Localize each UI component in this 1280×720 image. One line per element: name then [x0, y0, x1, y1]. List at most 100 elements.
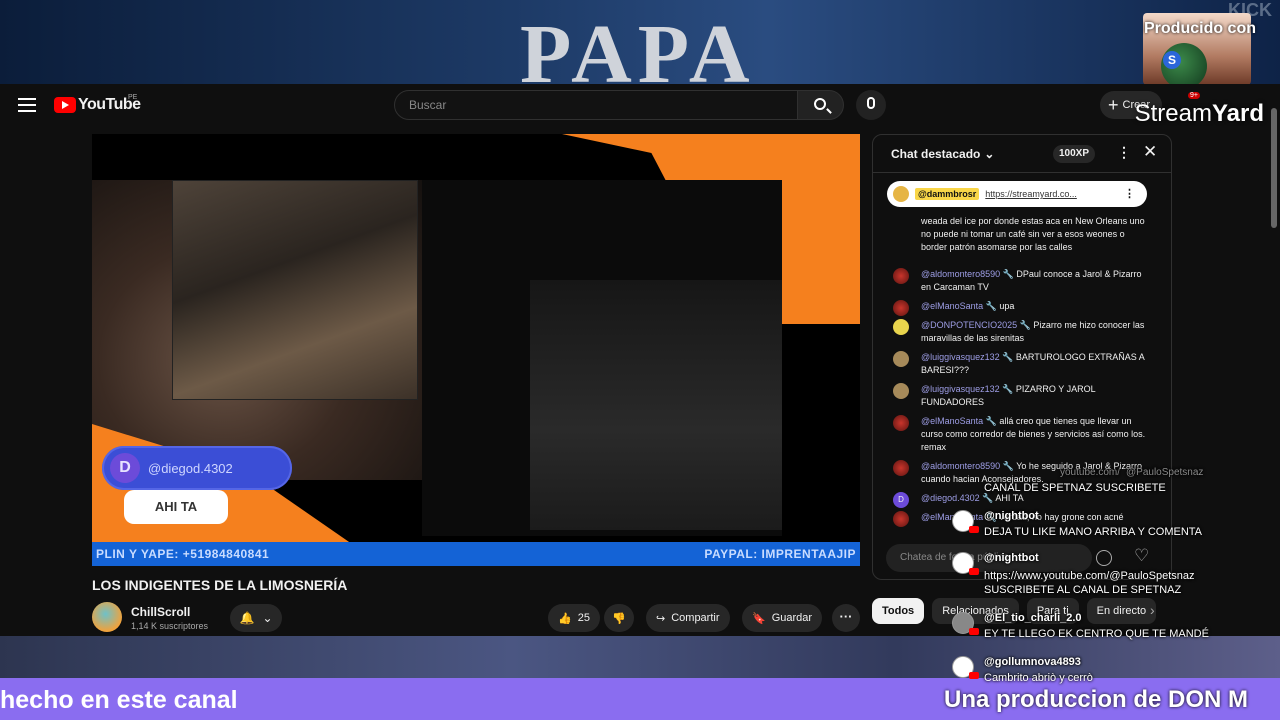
- subscriber-count: 1,14 K suscriptores: [131, 621, 209, 631]
- chat-user[interactable]: @luiggivasquez132: [921, 384, 1000, 394]
- pinned-menu-icon[interactable]: ⋮: [1124, 187, 1135, 200]
- bell-icon: 🔔: [239, 611, 255, 625]
- streamyard-left: Stream: [1134, 100, 1212, 127]
- xp-badge[interactable]: 100XP: [1053, 145, 1096, 163]
- overlay-text: EY TE LLEGO EK CENTRO QUE TE MANDÉ: [984, 628, 1209, 640]
- chat-mode-dropdown[interactable]: Chat destacado: [891, 147, 980, 161]
- overlay-username: @diegod.4302: [148, 460, 233, 476]
- payment-ticker: PLIN Y YAPE: +51984840841 PAYPAL: IMPREN…: [92, 542, 860, 566]
- chat-avatar: [893, 460, 909, 476]
- shared-screen-content: [530, 280, 782, 530]
- search-input[interactable]: [395, 91, 797, 119]
- search-button[interactable]: [797, 90, 844, 120]
- ticker-left: PLIN Y YAPE: +51984840841: [96, 547, 270, 561]
- pinned-user: @dammbrosr: [915, 188, 980, 200]
- pinned-avatar: [893, 186, 909, 202]
- like-button[interactable]: 👍 25: [548, 604, 600, 632]
- stream-top-banner: PAPA KICK: [0, 0, 1280, 84]
- webcam-feed: [92, 180, 422, 480]
- page-scrollbar[interactable]: [1268, 84, 1280, 636]
- overlay-avatar: D: [110, 453, 140, 483]
- overlay-text: CANAL DE SPETNAZ SUSCRIBETE: [984, 482, 1166, 494]
- chat-user[interactable]: @elManoSanta: [921, 416, 983, 426]
- chat-user[interactable]: @luiggivasquez132: [921, 352, 1000, 362]
- overlay-message: AHI TA: [124, 490, 228, 524]
- lower-third-right-text: Una produccion de DON M: [944, 686, 1249, 713]
- chevron-down-icon: ⌄: [262, 611, 273, 625]
- overlay-user: @nightbot: [984, 510, 1039, 522]
- user-avatar: [952, 612, 979, 635]
- mic-icon: [867, 97, 875, 109]
- chat-avatar: [893, 268, 909, 284]
- channel-name[interactable]: ChillScroll: [131, 605, 190, 619]
- chat-avatar: [893, 511, 909, 527]
- chat-avatar: [893, 383, 909, 399]
- youtube-play-icon: [54, 97, 76, 113]
- search-box: [394, 90, 798, 120]
- screen-share-area: [422, 180, 782, 536]
- heart-icon[interactable]: ♡: [1134, 546, 1149, 566]
- chat-header: Chat destacado ⌄ 100XP ⋮ ✕: [873, 135, 1171, 173]
- chat-text: upa: [999, 301, 1015, 311]
- save-button[interactable]: 🔖 Guardar: [742, 604, 823, 632]
- search-icon: [814, 98, 826, 110]
- voice-search-button[interactable]: [856, 90, 886, 120]
- chat-user[interactable]: @aldomontero8590: [921, 461, 1000, 471]
- menu-icon[interactable]: [18, 98, 36, 112]
- chat-user[interactable]: @elManoSanta: [921, 301, 983, 311]
- nightbot-avatar: [952, 510, 979, 533]
- youtube-logo[interactable]: YouTube PE: [54, 94, 141, 114]
- user-avatar: [952, 656, 979, 679]
- share-label: Compartir: [671, 612, 720, 624]
- dislike-button[interactable]: 👎: [604, 604, 634, 632]
- share-button[interactable]: ↪ Compartir: [646, 604, 730, 632]
- chat-avatar: [893, 415, 909, 431]
- chat-message: @elManoSanta 🔧 upa: [887, 300, 1149, 316]
- nightbot-avatar: [952, 552, 979, 575]
- chat-avatar: [893, 300, 909, 316]
- youtube-page: YouTube PE + Crear 9+ D @diegod.4302 AHI…: [0, 84, 1268, 636]
- chat-message: @elManoSanta 🔧 allá creo que tienes que …: [887, 415, 1149, 454]
- close-icon[interactable]: ✕: [1143, 142, 1157, 162]
- lower-third-left-text: hecho en este canal: [0, 686, 238, 714]
- page-scroll-thumb[interactable]: [1271, 108, 1277, 228]
- webcam-background: [172, 180, 418, 400]
- country-code: PE: [128, 94, 138, 101]
- chat-user[interactable]: @DONPOTENCIO2025: [921, 320, 1017, 330]
- chip-en-directo[interactable]: En directo: [1086, 598, 1157, 624]
- thumbs-up-icon: 👍: [558, 612, 572, 625]
- chat-message: @luiggivasquez132 🔧 PIZARRO Y JAROL FUND…: [887, 383, 1149, 409]
- overlay-text: Cambrito abriò y cerrò: [984, 672, 1093, 684]
- chat-menu-icon[interactable]: ⋮: [1117, 144, 1131, 161]
- pinned-link[interactable]: https://streamyard.co...: [985, 189, 1077, 199]
- video-title: LOS INDIGENTES DE LA LIMOSNERÍA: [92, 577, 348, 593]
- overlay-user: @nightbot: [984, 552, 1039, 564]
- overlay-user: @El_tio_charli_2.0: [984, 612, 1082, 624]
- chat-avatar: [893, 351, 909, 367]
- chat-text: AHI TA: [995, 493, 1024, 503]
- overlay-user: @PauloSpetsnaz: [1126, 467, 1204, 478]
- chat-user[interactable]: @aldomontero8590: [921, 269, 1000, 279]
- channel-avatar[interactable]: [92, 602, 122, 632]
- streamyard-right: Yard: [1211, 100, 1264, 127]
- chat-message: @DONPOTENCIO2025 🔧 Pizarro me hizo conoc…: [887, 319, 1149, 345]
- producido-label: Producido con: [1144, 20, 1256, 37]
- emoji-icon[interactable]: [1096, 550, 1112, 566]
- banner-title: PAPA: [520, 8, 756, 84]
- chevron-down-icon: ⌄: [984, 146, 995, 161]
- more-actions-button[interactable]: ···: [832, 604, 860, 632]
- video-player[interactable]: D @diegod.4302 AHI TA PLIN Y YAPE: +5198…: [92, 134, 860, 566]
- subscribe-bell-button[interactable]: 🔔 ⌄: [230, 604, 282, 632]
- chat-message: @aldomontero8590 🔧 DPaul conoce a Jarol …: [887, 268, 1149, 294]
- pinned-message[interactable]: @dammbrosr https://streamyard.co... ⋮: [887, 181, 1147, 207]
- overlay-user: @gollumnova4893: [984, 656, 1081, 668]
- chat-user[interactable]: @diegod.4302: [921, 493, 980, 503]
- save-label: Guardar: [771, 612, 813, 624]
- overlay-faint-prefix: youtube.com/: [1060, 467, 1121, 478]
- chip-todos[interactable]: Todos: [872, 598, 925, 624]
- chevron-right-icon[interactable]: ›: [1150, 602, 1155, 618]
- bookmark-icon: 🔖: [752, 612, 766, 625]
- s-badge-icon: S: [1163, 51, 1181, 69]
- chat-avatar: [893, 319, 909, 335]
- overlay-text-2: SUSCRIBETE AL CANAL DE SPETNAZ: [984, 584, 1182, 596]
